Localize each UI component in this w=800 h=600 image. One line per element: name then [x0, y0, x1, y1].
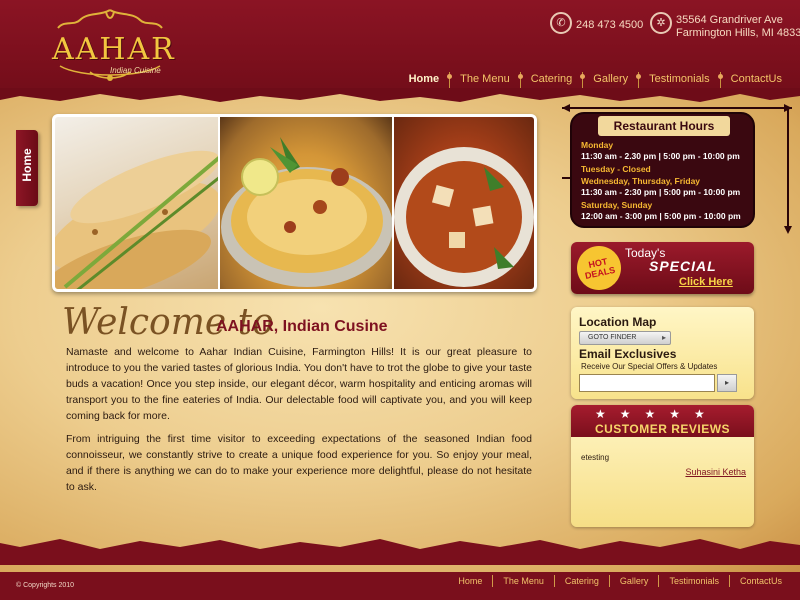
copyright: © Copyrights 2010	[16, 582, 75, 589]
hours-time-monday: 11:30 am - 2.30 pm | 5:00 pm - 10:00 pm	[581, 151, 740, 161]
nav-catering[interactable]: Catering	[517, 72, 583, 88]
email-exclusives-subtitle: Receive Our Special Offers & Updates	[581, 362, 718, 371]
footer-link-testimonials[interactable]: Testimonials	[658, 575, 729, 587]
side-tab-home[interactable]: Home	[16, 130, 38, 206]
photo-biryani	[220, 117, 394, 289]
compass-icon: ✲	[650, 12, 672, 34]
hours-title: Restaurant Hours	[598, 116, 730, 136]
hours-day-weekday: Wednesday, Thursday, Friday	[581, 176, 701, 186]
customer-reviews-panel: ★★★★★ CUSTOMER REVIEWS etesting Suhasini…	[571, 405, 754, 527]
welcome-restaurant-name: AAHAR, Indian Cusine	[216, 318, 388, 335]
special-heading: SPECIAL	[649, 258, 717, 274]
intro-paragraph-1: Namaste and welcome to Aahar Indian Cuis…	[66, 346, 532, 422]
star-icon: ★★★★★	[595, 407, 719, 421]
photo-curry	[394, 117, 534, 289]
goto-finder-button[interactable]: GOTO FINDER	[579, 331, 671, 345]
email-exclusives-title: Email Exclusives	[579, 347, 677, 361]
address-line-2: Farmington Hills, MI 48335	[676, 27, 800, 39]
footer-link-contactus[interactable]: ContactUs	[728, 575, 792, 587]
phone-number: 248 473 4500	[576, 19, 644, 31]
hours-time-weekend: 12:00 am - 3:00 pm | 5:00 pm - 10:00 pm	[581, 211, 741, 221]
side-tab-label: Home	[20, 148, 34, 182]
intro-paragraph-2: From intriguing the first time visitor t…	[66, 433, 532, 493]
main-nav: Home The Menu Catering Gallery Testimoni…	[399, 72, 792, 88]
review-author-link[interactable]: Suhasini Ketha	[685, 467, 746, 477]
hours-day-tuesday: Tuesday - Closed	[581, 164, 651, 174]
curry-image	[394, 147, 534, 287]
roti-image	[55, 150, 218, 289]
brand-name: AAHAR	[52, 32, 176, 67]
logo[interactable]: AAHAR Indian Cuisine	[30, 6, 190, 86]
review-text: etesting	[581, 453, 610, 462]
hot-deals-badge: HOT DEALS	[572, 242, 626, 294]
hours-day-weekend: Saturday, Sunday	[581, 200, 653, 210]
nav-menu[interactable]: The Menu	[447, 72, 520, 88]
hours-time-weekday: 11:30 am - 2:30 pm | 5:00 pm - 10:00 pm	[581, 187, 741, 197]
biryani-image	[221, 137, 392, 287]
footer-nav: Home The Menu Catering Gallery Testimoni…	[448, 575, 792, 587]
hours-day-monday: Monday	[581, 140, 614, 150]
special-click-here-link[interactable]: Click Here	[679, 276, 733, 288]
footer-link-home[interactable]: Home	[448, 575, 492, 587]
reviews-title: CUSTOMER REVIEWS	[594, 422, 731, 436]
hero-banner	[52, 114, 537, 292]
reviews-header: ★★★★★ CUSTOMER REVIEWS	[571, 405, 754, 437]
footer-link-gallery[interactable]: Gallery	[608, 575, 659, 587]
intro-text: Namaste and welcome to Aahar Indian Cuis…	[66, 344, 532, 502]
email-submit-button[interactable]: ▸	[717, 374, 737, 392]
footer-link-menu[interactable]: The Menu	[492, 575, 554, 587]
nav-gallery[interactable]: Gallery	[580, 72, 638, 88]
nav-contactus[interactable]: ContactUs	[717, 72, 792, 88]
todays-special-banner[interactable]: HOT DEALS Today's SPECIAL Click Here	[571, 242, 754, 294]
nav-testimonials[interactable]: Testimonials	[636, 72, 720, 88]
location-email-panel: Location Map GOTO FINDER Email Exclusive…	[571, 307, 754, 399]
footer: © Copyrights 2010 Home The Menu Catering…	[0, 565, 800, 600]
nav-home[interactable]: Home	[399, 72, 450, 88]
location-map-title: Location Map	[579, 315, 657, 329]
footer-link-catering[interactable]: Catering	[553, 575, 609, 587]
photo-roti	[55, 117, 220, 289]
torn-edge-bottom	[0, 539, 800, 565]
brand-tagline: Indian Cuisine	[110, 66, 161, 75]
address-line-1: 35564 Grandriver Ave	[676, 14, 783, 26]
phone-icon: ✆	[550, 12, 572, 34]
email-input[interactable]	[579, 374, 715, 392]
restaurant-hours-panel: Restaurant Hours Monday 11:30 am - 2.30 …	[570, 112, 755, 228]
